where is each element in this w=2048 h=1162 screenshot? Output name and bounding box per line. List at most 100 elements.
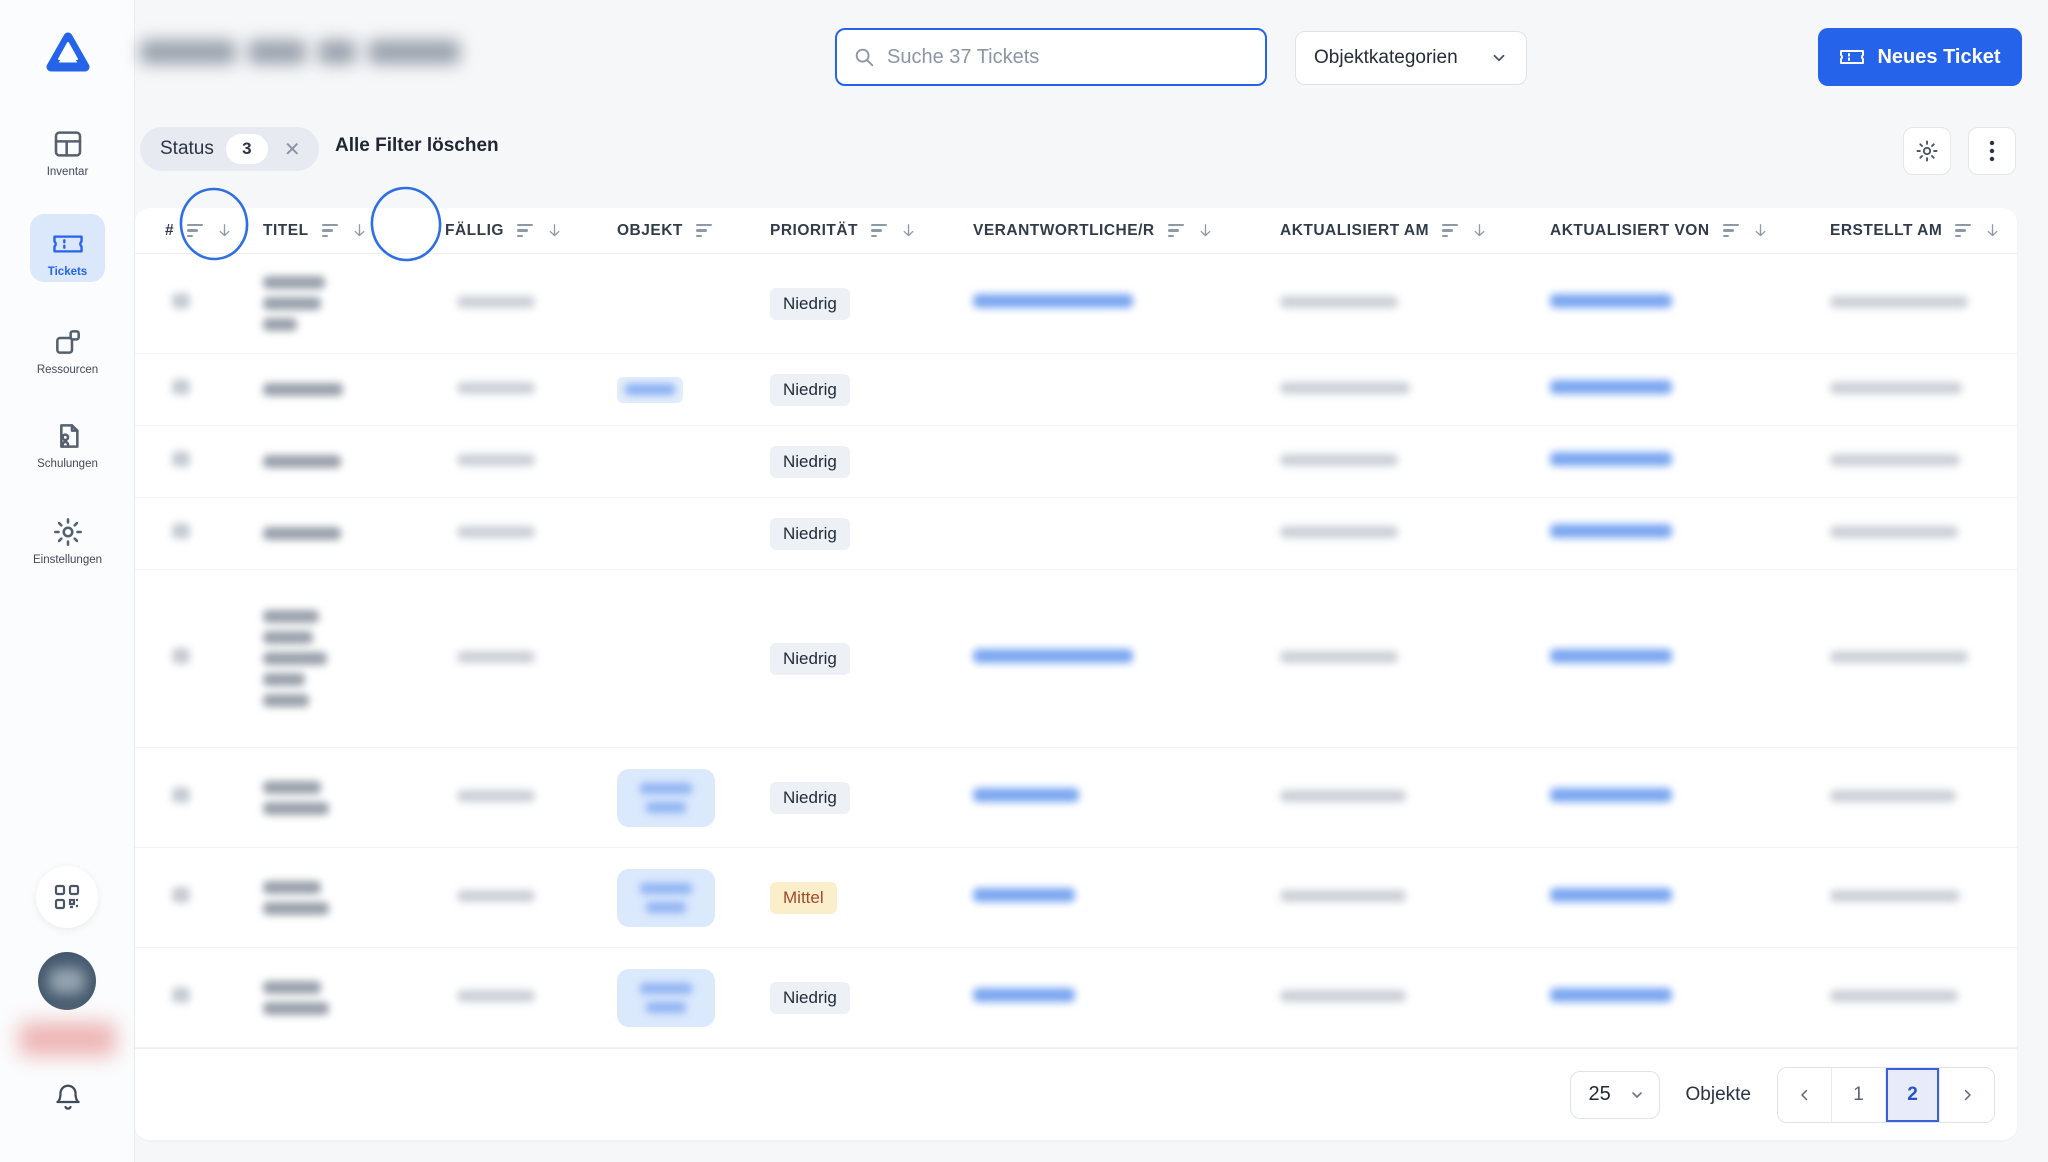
clear-all-filters-link[interactable]: Alle Filter löschen	[335, 135, 499, 157]
column-label: OBJEKT	[617, 221, 683, 239]
sort-icon[interactable]	[1984, 222, 2001, 239]
updated-by-link-redacted[interactable]	[1550, 649, 1672, 663]
column-header-titel[interactable]: TITEL	[263, 222, 445, 240]
sidebar-item-ressourcen[interactable]: Ressourcen	[0, 326, 135, 376]
title-line-redacted	[263, 527, 341, 540]
filter-icon[interactable]	[187, 223, 204, 238]
title-line-redacted	[263, 610, 319, 623]
page-size-value: 25	[1588, 1083, 1611, 1105]
object-card-redacted[interactable]	[617, 968, 715, 1027]
updated-by-link-redacted[interactable]	[1550, 452, 1672, 466]
priority-badge: Niedrig	[770, 517, 850, 550]
table-row[interactable]: Niedrig	[135, 426, 2017, 498]
filter-icon[interactable]	[321, 223, 338, 238]
page-size-select[interactable]: 25	[1569, 1070, 1660, 1119]
table-row[interactable]: Niedrig	[135, 948, 2017, 1048]
updated-by-link-redacted[interactable]	[1550, 524, 1672, 538]
sort-icon[interactable]	[216, 222, 233, 239]
page-button-2[interactable]: 2	[1886, 1067, 1940, 1122]
updated-by-link-redacted[interactable]	[1550, 294, 1672, 308]
assignee-link-redacted[interactable]	[973, 988, 1075, 1002]
column-header-erstellt_am[interactable]: ERSTELLT AM	[1830, 222, 2017, 240]
search-input[interactable]	[885, 44, 1249, 70]
column-header-prioritaet[interactable]: PRIORITÄT	[770, 222, 973, 240]
user-avatar[interactable]	[38, 952, 96, 1010]
sidebar-item-einstellungen[interactable]: Einstellungen	[0, 516, 135, 566]
priority-badge: Niedrig	[770, 287, 850, 320]
sort-icon[interactable]	[900, 222, 917, 239]
column-header-faellig[interactable]: FÄLLIG	[445, 222, 617, 240]
assignee-link-redacted[interactable]	[973, 294, 1133, 308]
notifications-button[interactable]	[0, 1082, 135, 1112]
table-row[interactable]: Mittel	[135, 848, 2017, 948]
sort-arrow-down-icon	[219, 224, 230, 237]
more-options-button[interactable]	[1968, 127, 2016, 175]
ticket-title-redacted	[263, 383, 445, 396]
sort-icon[interactable]	[546, 222, 563, 239]
category-dropdown[interactable]: Objektkategorien	[1295, 31, 1527, 85]
updated-at-redacted	[1280, 650, 1398, 663]
due-date-redacted	[457, 295, 535, 308]
schulungen-icon	[59, 424, 79, 448]
object-card-redacted[interactable]	[617, 768, 715, 827]
sort-icon[interactable]	[351, 222, 368, 239]
table-row[interactable]: Niedrig	[135, 498, 2017, 570]
column-header-aktualisiert_von[interactable]: AKTUALISIERT VON	[1550, 222, 1830, 240]
remove-filter-icon[interactable]: ✕	[280, 137, 305, 162]
due-date-redacted	[457, 381, 535, 394]
sidebar-item-tickets[interactable]: Tickets	[0, 214, 135, 282]
table-row[interactable]: Niedrig	[135, 354, 2017, 426]
object-card-redacted[interactable]	[617, 868, 715, 927]
sidebar-item-schulungen[interactable]: Schulungen	[0, 420, 135, 470]
created-at-redacted	[1830, 453, 1960, 466]
sort-arrow-down-icon	[903, 224, 914, 237]
filter-icon[interactable]	[1442, 223, 1458, 238]
chevron-down-icon	[1493, 54, 1505, 62]
qr-code-button[interactable]	[36, 866, 98, 928]
priority-badge: Niedrig	[770, 642, 850, 675]
created-at-redacted	[1830, 381, 1962, 394]
new-ticket-button[interactable]: Neues Ticket	[1818, 28, 2022, 86]
column-header-num[interactable]: #	[165, 222, 263, 240]
status-filter-chip[interactable]: Status 3 ✕	[140, 127, 319, 171]
sidebar-item-inventar[interactable]: Inventar	[0, 128, 135, 178]
updated-by-link-redacted[interactable]	[1550, 380, 1672, 394]
page-button-1[interactable]: 1	[1832, 1067, 1886, 1122]
ticket-title-redacted	[263, 527, 445, 540]
column-header-verantwortlich[interactable]: VERANTWORTLICHE/R	[973, 222, 1280, 240]
column-header-objekt[interactable]: OBJEKT	[617, 222, 770, 240]
app-logo[interactable]	[0, 30, 135, 74]
sort-icon[interactable]	[1197, 222, 1214, 239]
assignee-link-redacted[interactable]	[973, 888, 1075, 902]
object-chip-redacted[interactable]	[617, 376, 683, 403]
filter-icon[interactable]	[1722, 223, 1739, 238]
due-date-redacted	[457, 453, 535, 466]
assignee-link-redacted[interactable]	[973, 649, 1133, 663]
sort-icon[interactable]	[1752, 222, 1769, 239]
sort-icon[interactable]	[1471, 222, 1488, 239]
title-line-redacted	[263, 631, 313, 644]
filter-icon[interactable]	[516, 223, 533, 238]
filter-icon[interactable]	[1167, 223, 1184, 238]
updated-by-link-redacted[interactable]	[1550, 888, 1672, 902]
table-settings-button[interactable]	[1903, 127, 1951, 175]
assignee-link-redacted[interactable]	[973, 788, 1079, 802]
priority-badge: Niedrig	[770, 373, 850, 406]
prev-page-button[interactable]	[1778, 1067, 1832, 1122]
updated-by-link-redacted[interactable]	[1550, 788, 1672, 802]
filter-icon[interactable]	[1955, 223, 1972, 238]
sidebar-item-label: Schulungen	[37, 458, 98, 470]
title-line-redacted	[263, 383, 343, 396]
sort-arrow-down-icon	[549, 224, 560, 237]
next-page-button[interactable]	[1940, 1067, 1994, 1122]
table-row[interactable]: Niedrig	[135, 570, 2017, 748]
filter-icon[interactable]	[871, 223, 888, 238]
column-header-aktualisiert_am[interactable]: AKTUALISIERT AM	[1280, 222, 1550, 240]
ticket-number-redacted	[172, 451, 190, 467]
filter-icon[interactable]	[695, 223, 712, 238]
ressourcen-icon	[55, 330, 80, 354]
updated-by-link-redacted[interactable]	[1550, 988, 1672, 1002]
title-line-redacted	[263, 694, 309, 707]
table-row[interactable]: Niedrig	[135, 748, 2017, 848]
table-row[interactable]: Niedrig	[135, 254, 2017, 354]
